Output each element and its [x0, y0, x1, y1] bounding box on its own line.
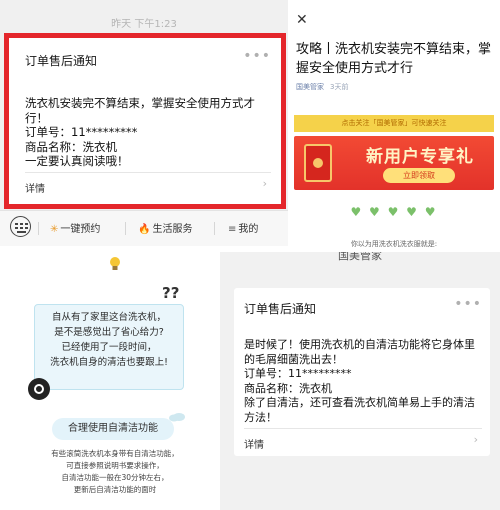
card-line: 方法！	[244, 410, 277, 424]
article-meta: 国美管家 3天前	[296, 82, 348, 92]
menu-item-life-services[interactable]: 🔥 生活服务	[138, 220, 192, 235]
card-body: 是时候了！使用洗衣机的自清洁功能将它身体里 的毛屑细菌洗出去！ 订单号：11**…	[244, 338, 486, 425]
red-envelope-icon	[304, 144, 332, 182]
menu-item-label: 生活服务	[152, 224, 193, 235]
bubble-text: 自从有了家里这台洗衣机， 是不是感觉出了省心给力? 已经使用了一段时间， 洗衣机…	[38, 310, 180, 370]
highlighted-notification-card[interactable]: 订单售后通知 ••• 洗衣机安装完不算结束，掌握安全使用方式才 行！ 订单号：1…	[4, 33, 286, 209]
menu-item-label: 我的	[238, 224, 259, 235]
details-link[interactable]: 详情	[25, 180, 45, 195]
bubble-line: 已经使用了一段时间，	[61, 342, 157, 353]
publish-time: 3天前	[330, 83, 349, 91]
claim-button[interactable]: 立即领取	[383, 168, 455, 183]
card-line: 是时候了！使用洗衣机的自清洁功能将它身体里	[244, 338, 475, 351]
instruction-line: 有些滚筒洗衣机本身带有自清洁功能，	[51, 449, 179, 458]
divider	[214, 222, 215, 235]
order-number: 订单号：11*********	[244, 367, 352, 380]
bubble-line: 自从有了家里这台洗衣机，	[51, 312, 166, 323]
menu-item-label: 一键预约	[60, 224, 101, 235]
bottom-menu-bar: ✳ 一键预约 🔥 生活服务 ≡ 我的	[0, 210, 288, 246]
close-icon[interactable]: ✕	[296, 12, 308, 28]
sparkle-icon: ✳	[50, 224, 59, 235]
instruction-line: 可直接参照说明书要求操作，	[66, 461, 164, 470]
instruction-line: 自清洁功能一般在30分钟左右，	[61, 473, 169, 482]
chat-notification-panel-2: 国美管家 订单售后通知 ••• 是时候了！使用洗衣机的自清洁功能将它身体里 的毛…	[220, 252, 500, 510]
instruction-text: 有些滚筒洗衣机本身带有自清洁功能， 可直接参照说明书要求操作， 自清洁功能一般在…	[30, 448, 200, 496]
card-title: 订单售后通知	[244, 302, 317, 316]
keyboard-icon[interactable]	[10, 216, 31, 237]
menu-item-appointment[interactable]: ✳ 一键预约	[50, 220, 100, 235]
timestamp: 昨天 下午1:23	[111, 19, 177, 30]
cloud-icon	[168, 412, 186, 425]
article-headline: 攻略丨洗衣机安装完不算结束，掌握安全使用方式才行	[296, 42, 492, 76]
bubble-line: 洗衣机自身的清洁也要跟上!	[50, 357, 168, 368]
divider	[25, 172, 271, 173]
more-icon[interactable]: •••	[454, 296, 482, 312]
card-line: 行！	[25, 110, 48, 125]
divider	[38, 222, 39, 235]
hearts-icon: ♥ ♥ ♥ ♥ ♥	[350, 205, 438, 219]
chat-title: 国美管家	[338, 252, 382, 262]
article-caption: 你以为用洗衣机洗衣服就是:	[350, 240, 438, 248]
account-name[interactable]: 国美管家	[296, 83, 324, 91]
card-line: 除了自清洁，还可查看洗衣机简单易上手的清洁	[244, 396, 475, 409]
bubble-line: 是不是感觉出了省心给力?	[54, 327, 164, 338]
lightbulb-icon	[108, 256, 122, 276]
instruction-line: 更新后自清洁功能的面时	[73, 485, 157, 494]
chat-notification-panel: 昨天 下午1:23 订单售后通知 ••• 洗衣机安装完不算结束，掌握安全使用方式…	[0, 0, 288, 246]
divider	[244, 428, 482, 429]
product-name: 商品名称：洗衣机	[244, 381, 332, 395]
card-line: 洗衣机安装完不算结束，掌握安全使用方式才	[25, 96, 255, 110]
camera-icon	[28, 378, 50, 400]
details-link[interactable]: 详情	[244, 436, 264, 451]
section-heading-pill: 合理使用自清洁功能	[52, 418, 174, 440]
card-title: 订单售后通知	[25, 54, 98, 68]
chevron-right-icon: ›	[473, 433, 478, 446]
menu-item-mine[interactable]: ≡ 我的	[228, 220, 258, 235]
order-number: 订单号：11*********	[25, 125, 138, 139]
card-body: 洗衣机安装完不算结束，掌握安全使用方式才 行！ 订单号：11********* …	[25, 96, 275, 169]
illustration-panel: ?? 自从有了家里这台洗衣机， 是不是感觉出了省心给力? 已经使用了一段时间， …	[0, 252, 220, 510]
more-icon[interactable]: •••	[243, 48, 271, 64]
banner-title: 新用户专享礼	[366, 147, 474, 167]
menu-icon: ≡	[228, 224, 237, 235]
chevron-right-icon: ›	[262, 177, 267, 190]
question-marks-icon: ??	[162, 284, 180, 302]
divider	[125, 222, 126, 235]
fire-icon: 🔥	[138, 224, 151, 235]
card-line: 一定要认真阅读哦！	[25, 154, 129, 168]
card-line: 的毛屑细菌洗出去！	[244, 352, 343, 366]
notification-card[interactable]: 订单售后通知 ••• 是时候了！使用洗衣机的自清洁功能将它身体里 的毛屑细菌洗出…	[234, 288, 490, 456]
article-panel: ✕ 攻略丨洗衣机安装完不算结束，掌握安全使用方式才行 国美管家 3天前 点击关注「…	[288, 0, 500, 255]
product-name: 商品名称：洗衣机	[25, 139, 117, 154]
follow-strip[interactable]: 点击关注「国美管家」可快速关注	[294, 115, 494, 132]
